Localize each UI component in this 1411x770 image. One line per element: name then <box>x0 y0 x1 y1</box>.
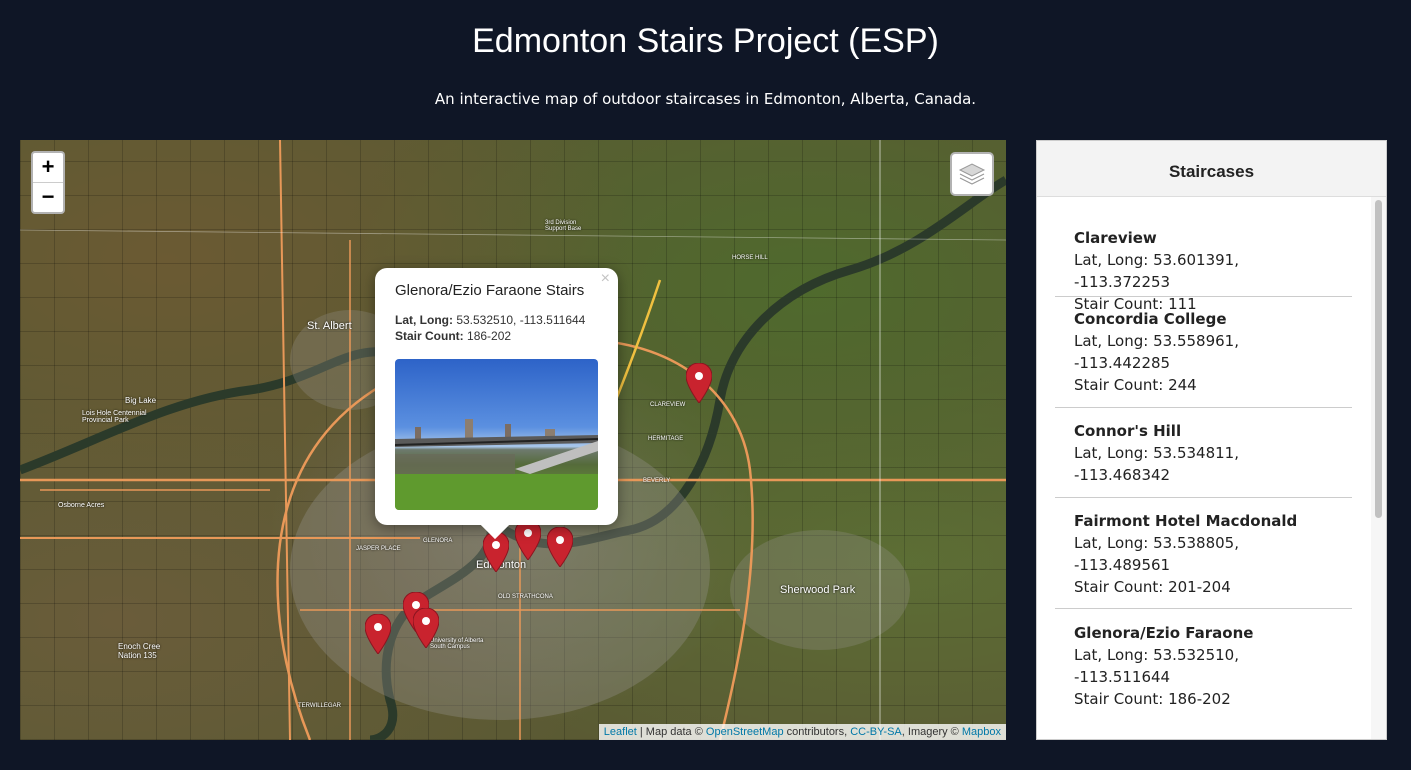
map-attribution: Leaflet | Map data © OpenStreetMap contr… <box>598 724 1006 740</box>
map-label-big-lake: Big Lake <box>125 396 157 405</box>
map-label-lois-hole: Lois Hole Centennial Provincial Park <box>82 410 147 424</box>
attribution-osm-link[interactable]: OpenStreetMap <box>706 726 784 738</box>
popup-photo-scene <box>395 419 598 510</box>
popup-stair-value: 186-202 <box>467 329 512 343</box>
staircase-latlong: Lat, Long: 53.534811, <box>1074 444 1239 462</box>
staircase-name: Glenora/Ezio Faraone <box>1074 624 1254 642</box>
popup-stair-label: Stair Count: <box>395 329 464 343</box>
map[interactable]: St. Albert Edmonton Sherwood Park Big La… <box>20 140 1006 740</box>
staircase-name: Clareview <box>1074 229 1157 247</box>
staircase-name: Fairmont Hotel Macdonald <box>1074 512 1298 530</box>
staircase-long: -113.489561 <box>1074 556 1171 574</box>
staircase-long: -113.511644 <box>1074 668 1171 686</box>
marker-fairmont[interactable] <box>515 520 541 560</box>
marker-popup: × Glenora/Ezio Faraone Stairs Lat, Long:… <box>375 268 618 540</box>
staircase-item-glenora[interactable]: Glenora/Ezio Faraone Lat, Long: 53.53251… <box>1055 609 1352 720</box>
staircase-item-concordia[interactable]: Concordia College Lat, Long: 53.558961, … <box>1055 297 1352 408</box>
map-label-third-division: 3rd Division Support Base <box>545 220 582 232</box>
popup-info: Lat, Long: 53.532510, -113.511644 Stair … <box>395 312 585 344</box>
attribution-imagery: , Imagery © <box>901 726 959 738</box>
map-label-horse-hill: HORSE HILL <box>732 255 768 261</box>
map-label-osborne: Osborne Acres <box>58 502 105 509</box>
staircase-item-connors-hill[interactable]: Connor's Hill Lat, Long: 53.534811, -113… <box>1055 408 1352 498</box>
marker-connors-hill[interactable] <box>547 527 573 567</box>
sidebar-scroll-thumb[interactable] <box>1375 200 1382 518</box>
staircase-long: -113.372253 <box>1074 273 1171 291</box>
attribution-license-link[interactable]: CC-BY-SA <box>850 726 902 738</box>
staircase-name: Connor's Hill <box>1074 422 1182 440</box>
map-label-clareview: CLAREVIEW <box>650 402 686 408</box>
popup-title: Glenora/Ezio Faraone Stairs <box>395 282 585 299</box>
staircase-list: Clareview Lat, Long: 53.601391, -113.372… <box>1055 197 1352 720</box>
map-label-beverly: BEVERLY <box>643 478 671 484</box>
attribution-mapbox-link[interactable]: Mapbox <box>962 726 1001 738</box>
zoom-control: + − <box>31 151 65 214</box>
staircase-latlong: Lat, Long: 53.601391, <box>1074 251 1239 269</box>
attribution-map-data: | Map data © <box>639 726 703 738</box>
map-label-uofa: University of Alberta South Campus <box>430 638 484 650</box>
map-label-jasper-place: JASPER PLACE <box>356 546 401 552</box>
popup-close-button[interactable]: × <box>601 270 610 288</box>
map-label-sherwood-park: Sherwood Park <box>780 584 856 596</box>
zoom-in-button[interactable]: + <box>33 153 63 182</box>
marker-southwest-3[interactable] <box>365 614 391 654</box>
page-title: Edmonton Stairs Project (ESP) <box>472 22 939 60</box>
staircases-sidebar: Staircases Clareview Lat, Long: 53.60139… <box>1036 140 1387 740</box>
map-label-st-albert: St. Albert <box>307 320 352 332</box>
staircase-latlong: Lat, Long: 53.558961, <box>1074 332 1239 350</box>
staircase-count: Stair Count: 186-202 <box>1074 690 1231 708</box>
layers-icon <box>958 163 986 185</box>
staircase-latlong: Lat, Long: 53.538805, <box>1074 534 1239 552</box>
popup-latlong-label: Lat, Long: <box>395 313 453 327</box>
zoom-out-button[interactable]: − <box>33 182 63 212</box>
staircase-item-fairmont[interactable]: Fairmont Hotel Macdonald Lat, Long: 53.5… <box>1055 498 1352 609</box>
page-subtitle: An interactive map of outdoor staircases… <box>434 90 977 108</box>
map-label-terwillegar: TERWILLEGAR <box>298 703 341 709</box>
map-label-hermitage: HERMITAGE <box>648 436 684 442</box>
sidebar-title: Staircases <box>1037 141 1386 197</box>
layers-button[interactable] <box>950 152 994 196</box>
staircase-item-clareview[interactable]: Clareview Lat, Long: 53.601391, -113.372… <box>1055 197 1352 313</box>
staircase-count: Stair Count: 201-204 <box>1074 578 1231 596</box>
popup-latlong-value: 53.532510, -113.511644 <box>456 313 586 327</box>
sidebar-scrollbar[interactable] <box>1371 197 1386 739</box>
marker-clareview[interactable] <box>686 363 712 403</box>
staircase-long: -113.468342 <box>1074 466 1171 484</box>
attribution-leaflet-link[interactable]: Leaflet <box>604 726 637 738</box>
staircase-long: -113.442285 <box>1074 354 1171 372</box>
map-label-strathcona: OLD STRATHCONA <box>498 594 553 600</box>
marker-southwest-2[interactable] <box>413 608 439 648</box>
map-label-enoch: Enoch Cree Nation 135 <box>118 642 161 660</box>
staircase-count: Stair Count: 244 <box>1074 376 1197 394</box>
map-label-glenora: GLENORA <box>423 538 453 544</box>
staircase-latlong: Lat, Long: 53.532510, <box>1074 646 1239 664</box>
staircase-name: Concordia College <box>1074 310 1227 328</box>
popup-photo <box>395 359 598 510</box>
attribution-contributors: contributors, <box>786 726 848 738</box>
